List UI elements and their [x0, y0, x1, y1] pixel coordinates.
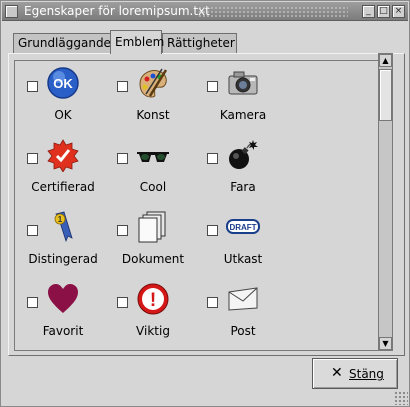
close-button[interactable]: ✕ Stäng — [312, 358, 398, 389]
resize-grip[interactable] — [394, 391, 408, 405]
emblem-item-ok: OK OK — [15, 61, 95, 129]
emblem-item-cool: Cool — [105, 133, 185, 201]
ribbon-icon: 1 — [46, 210, 80, 244]
emblem-label-cool: Cool — [139, 180, 167, 194]
important-icon: ! — [136, 282, 170, 316]
scroll-up-arrow-icon[interactable]: ▲ — [379, 54, 392, 67]
heart-icon — [46, 282, 80, 316]
emblem-item-konst: Konst — [105, 61, 185, 129]
ribbon-icon-number: 1 — [58, 215, 63, 224]
emblem-checkbox-konst[interactable] — [117, 81, 128, 92]
sunglasses-icon — [136, 138, 170, 172]
emblem-item-fara: Fara — [195, 133, 275, 201]
emblem-label-distingerad: Distingerad — [28, 252, 98, 266]
scroll-down-arrow-icon[interactable]: ▼ — [379, 337, 392, 350]
emblem-item-certifierad: Certifierad — [15, 133, 95, 201]
emblem-label-kamera: Kamera — [219, 108, 267, 122]
window-title: Egenskaper för loremipsum.txt — [24, 4, 210, 18]
emblem-item-distingerad: 1 Distingerad — [15, 205, 98, 273]
draft-icon-text: DRAFT — [229, 223, 256, 232]
emblem-item-kamera: Kamera — [195, 61, 275, 129]
emblem-checkbox-kamera[interactable] — [207, 81, 218, 92]
emblem-label-fara: Fara — [230, 180, 256, 194]
maximize-button[interactable]: □ — [377, 5, 390, 18]
bomb-icon — [226, 138, 260, 172]
vertical-scrollbar[interactable]: ▲ ▼ — [378, 53, 393, 351]
emblem-item-dokument: Dokument — [105, 205, 185, 273]
emblem-checkbox-viktig[interactable] — [117, 297, 128, 308]
title-bar[interactable]: Egenskaper för loremipsum.txt _ □ × — [2, 2, 408, 21]
window-menu-button[interactable] — [5, 5, 18, 18]
emblem-item-utkast: DRAFT Utkast — [195, 205, 275, 273]
close-button-label: Stäng — [349, 367, 384, 381]
camera-icon — [226, 66, 260, 100]
documents-icon — [136, 210, 170, 244]
important-icon-mark: ! — [150, 290, 156, 311]
emblem-item-favorit: Favorit — [15, 277, 95, 345]
emblem-checkbox-certifierad[interactable] — [27, 153, 38, 164]
emblem-label-favorit: Favorit — [42, 324, 84, 338]
title-grip-pattern — [198, 6, 348, 17]
art-palette-icon — [136, 66, 170, 100]
close-icon: ✕ — [331, 365, 343, 381]
tab-rattigheter[interactable]: Rättigheter — [162, 33, 237, 53]
emblem-item-viktig: ! Viktig — [105, 277, 185, 345]
emblem-checkbox-post[interactable] — [207, 297, 218, 308]
tab-emblem[interactable]: Emblem — [110, 30, 164, 54]
emblem-label-viktig: Viktig — [136, 324, 170, 338]
ok-icon-text: OK — [53, 76, 73, 91]
emblem-label-konst: Konst — [136, 108, 170, 122]
emblem-checkbox-favorit[interactable] — [27, 297, 38, 308]
emblem-checkbox-distingerad[interactable] — [27, 225, 38, 236]
envelope-icon — [226, 282, 260, 316]
emblem-checkbox-ok[interactable] — [27, 81, 38, 92]
emblem-checkbox-fara[interactable] — [207, 153, 218, 164]
emblem-label-post: Post — [230, 324, 256, 338]
emblem-checkbox-cool[interactable] — [117, 153, 128, 164]
scrollbar-thumb[interactable] — [379, 69, 392, 121]
minimize-button[interactable]: _ — [362, 5, 375, 18]
emblem-label-certifierad: Certifierad — [31, 180, 95, 194]
properties-dialog: Egenskaper för loremipsum.txt _ □ × Grun… — [0, 0, 410, 407]
emblem-grid: OK OK Konst Kamera Certifierad Cool Fara… — [14, 60, 379, 351]
emblem-label-utkast: Utkast — [223, 252, 263, 266]
close-window-button[interactable]: × — [392, 5, 405, 18]
emblem-checkbox-dokument[interactable] — [117, 225, 128, 236]
emblem-item-post: Post — [195, 277, 275, 345]
tab-grundlaggande[interactable]: Grundläggande — [13, 33, 111, 53]
emblem-label-ok: OK — [54, 108, 72, 122]
emblem-checkbox-utkast[interactable] — [207, 225, 218, 236]
certified-seal-icon — [46, 138, 80, 173]
draft-stamp-icon: DRAFT — [226, 210, 260, 244]
ok-icon: OK — [46, 66, 80, 100]
emblem-label-dokument: Dokument — [121, 252, 185, 266]
